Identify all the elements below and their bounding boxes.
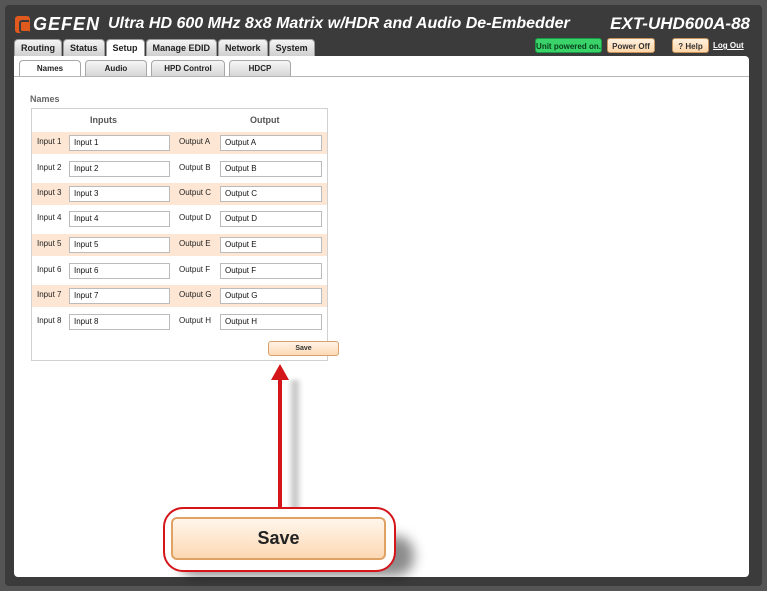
output-label: Output A xyxy=(179,137,211,146)
input-name-field[interactable]: Input 3 xyxy=(69,186,170,202)
section-title: Names xyxy=(30,94,60,104)
inputs-column-header: Inputs xyxy=(90,115,117,125)
unit-status-badge: Unit powered on. xyxy=(535,38,602,53)
annotation-arrow-line xyxy=(278,376,282,520)
input-label: Input 4 xyxy=(37,213,62,222)
table-row: Input 3 Input 3 Output C Output C xyxy=(32,183,327,205)
tab-network[interactable]: Network xyxy=(218,39,268,56)
gefen-logo-icon xyxy=(15,15,30,33)
table-row: Input 7 Input 7 Output G Output G xyxy=(32,285,327,307)
output-column-header: Output xyxy=(250,115,280,125)
subtab-audio[interactable]: Audio xyxy=(85,60,147,76)
input-label: Input 2 xyxy=(37,163,62,172)
tab-status[interactable]: Status xyxy=(63,39,105,56)
output-label: Output D xyxy=(179,213,212,222)
input-label: Input 7 xyxy=(37,290,62,299)
output-name-field[interactable]: Output G xyxy=(220,288,322,304)
sub-tab-divider xyxy=(14,76,749,77)
table-row: Input 4 Input 4 Output D Output D xyxy=(32,208,327,230)
output-name-field[interactable]: Output B xyxy=(220,161,322,177)
input-name-field[interactable]: Input 7 xyxy=(69,288,170,304)
input-label: Input 8 xyxy=(37,316,62,325)
output-label: Output E xyxy=(179,239,211,248)
input-label: Input 3 xyxy=(37,188,62,197)
table-row: Input 6 Input 6 Output F Output F xyxy=(32,260,327,282)
output-name-field[interactable]: Output F xyxy=(220,263,322,279)
output-name-field[interactable]: Output C xyxy=(220,186,322,202)
subtab-names[interactable]: Names xyxy=(19,60,81,76)
output-label: Output B xyxy=(179,163,211,172)
brand-name: GEFEN xyxy=(33,13,101,34)
table-row: Input 1 Input 1 Output A Output A xyxy=(32,132,327,154)
tab-manage-edid[interactable]: Manage EDID xyxy=(145,39,218,56)
logout-link[interactable]: Log Out xyxy=(713,38,744,53)
power-off-button[interactable]: Power Off xyxy=(607,38,655,53)
output-name-field[interactable]: Output A xyxy=(220,135,322,151)
input-name-field[interactable]: Input 8 xyxy=(69,314,170,330)
input-name-field[interactable]: Input 1 xyxy=(69,135,170,151)
annotation-arrow-head-icon xyxy=(271,364,289,380)
help-button[interactable]: ? Help xyxy=(672,38,709,53)
table-row: Input 2 Input 2 Output B Output B xyxy=(32,158,327,180)
input-label: Input 6 xyxy=(37,265,62,274)
output-label: Output H xyxy=(179,316,212,325)
input-name-field[interactable]: Input 5 xyxy=(69,237,170,253)
save-button[interactable]: Save xyxy=(268,341,339,356)
model-number: EXT-UHD600A-88 xyxy=(610,14,750,33)
output-name-field[interactable]: Output H xyxy=(220,314,322,330)
tab-routing[interactable]: Routing xyxy=(14,39,62,56)
subtab-hdcp[interactable]: HDCP xyxy=(229,60,291,76)
output-label: Output F xyxy=(179,265,211,274)
gefen-logo: GEFEN xyxy=(15,14,100,34)
content-panel: Names Audio HPD Control HDCP Names Input… xyxy=(14,56,749,577)
tab-system[interactable]: System xyxy=(268,39,315,56)
input-name-field[interactable]: Input 6 xyxy=(69,263,170,279)
input-name-field[interactable]: Input 2 xyxy=(69,161,170,177)
names-table: Inputs Output Input 1 Input 1 Output A O… xyxy=(31,108,339,361)
input-name-field[interactable]: Input 4 xyxy=(69,211,170,227)
output-name-field[interactable]: Output E xyxy=(220,237,322,253)
main-tab-bar: Routing Status Setup Manage EDID Network… xyxy=(14,39,316,56)
table-row: Input 8 Input 8 Output H Output H xyxy=(32,311,327,333)
product-title: Ultra HD 600 MHz 8x8 Matrix w/HDR and Au… xyxy=(108,15,570,32)
input-label: Input 5 xyxy=(37,239,62,248)
callout-save-button: Save xyxy=(171,517,386,560)
output-name-field[interactable]: Output D xyxy=(220,211,322,227)
output-label: Output G xyxy=(179,290,212,299)
table-row: Input 5 Input 5 Output E Output E xyxy=(32,234,327,256)
tab-setup[interactable]: Setup xyxy=(105,39,145,56)
output-label: Output C xyxy=(179,188,212,197)
sub-tab-bar: Names Audio HPD Control HDCP xyxy=(19,60,295,76)
input-label: Input 1 xyxy=(37,137,62,146)
subtab-hpd-control[interactable]: HPD Control xyxy=(151,60,225,76)
